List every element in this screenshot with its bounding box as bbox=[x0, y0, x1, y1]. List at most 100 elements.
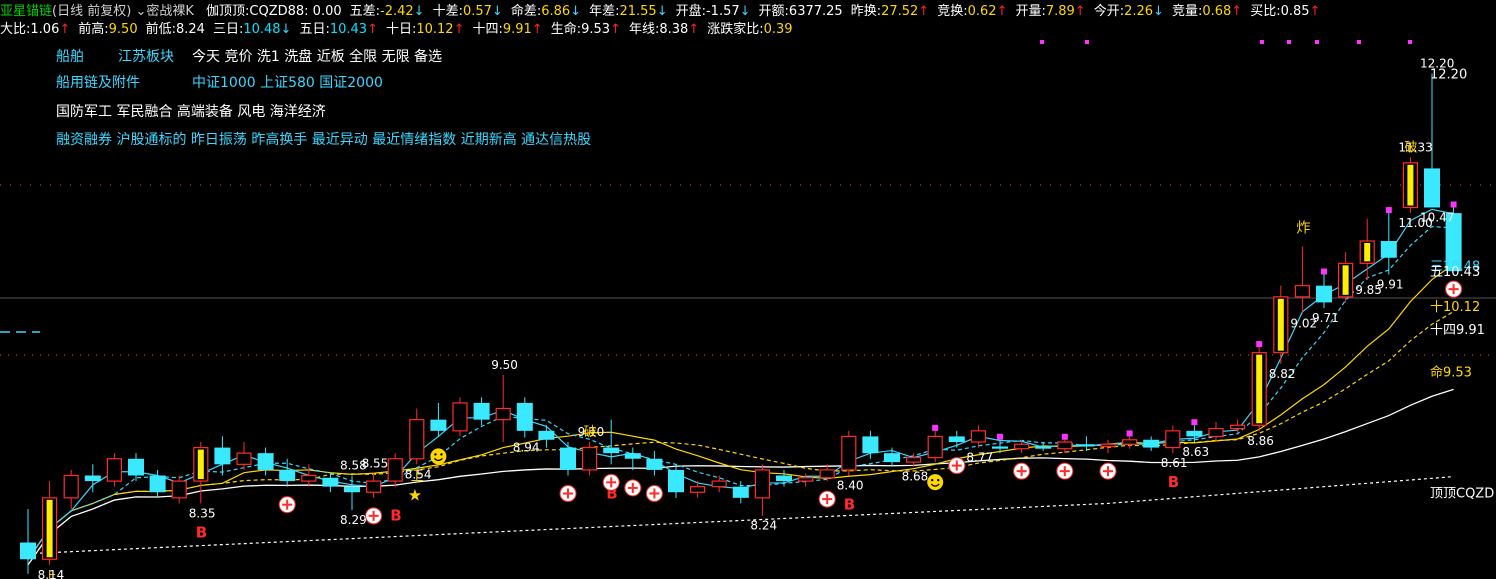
up-signal-marker: 上 bbox=[411, 469, 424, 484]
volume-highlight-bar bbox=[197, 449, 204, 480]
candle-body bbox=[1035, 446, 1052, 449]
right-axis-label: 十10.12 bbox=[1430, 300, 1480, 315]
candle-body bbox=[20, 542, 36, 560]
candle-body bbox=[1316, 285, 1332, 303]
candle-body bbox=[581, 446, 598, 471]
candle-body bbox=[106, 458, 123, 482]
buy-signal-marker: B bbox=[844, 496, 855, 514]
price-label: 9.71 bbox=[1312, 311, 1339, 325]
buy-signal-marker: B bbox=[196, 523, 207, 541]
candle-body bbox=[905, 457, 922, 463]
ma-life-line bbox=[27, 388, 1454, 566]
top-signal-dot bbox=[1085, 40, 1089, 44]
candle-body bbox=[841, 435, 857, 471]
right-axis-label: 五10.43 bbox=[1430, 265, 1480, 280]
candlestick-chart[interactable]: 8.148.358.588.558.298.549.508.949.108.24… bbox=[0, 0, 1496, 579]
ma3-line bbox=[27, 208, 1454, 560]
smiley-icon bbox=[937, 478, 940, 482]
candle-body bbox=[992, 446, 1008, 449]
candle-body bbox=[1100, 443, 1116, 448]
smiley-icon bbox=[927, 474, 944, 491]
right-axis-label: 命9.53 bbox=[1430, 365, 1472, 381]
volume-highlight-bar bbox=[1256, 354, 1263, 424]
candle-body bbox=[473, 402, 490, 420]
candle-body bbox=[1078, 444, 1095, 447]
candle-body bbox=[1121, 439, 1138, 445]
top-signal-dot bbox=[1408, 40, 1412, 44]
candle-body bbox=[1424, 168, 1440, 208]
up-signal-marker: 上 bbox=[44, 570, 57, 579]
price-label: 10.47 bbox=[1420, 211, 1454, 225]
candle-body bbox=[322, 477, 339, 487]
candle-body bbox=[84, 475, 101, 482]
candle-body bbox=[1208, 428, 1224, 438]
signal-square bbox=[997, 433, 1003, 440]
signal-square bbox=[1450, 201, 1457, 208]
candle-body bbox=[927, 435, 943, 459]
candle-body bbox=[279, 469, 296, 482]
price-label: 9.50 bbox=[491, 358, 518, 372]
candle-body bbox=[884, 453, 900, 463]
smiley-icon bbox=[440, 453, 443, 456]
break-signal-marker: 破 bbox=[584, 425, 597, 440]
candle-body bbox=[366, 480, 382, 493]
candle-body bbox=[1165, 430, 1181, 449]
top-signal-dot bbox=[1260, 40, 1264, 44]
candle-body bbox=[171, 480, 187, 499]
candle-body bbox=[128, 458, 144, 476]
buy-signal-marker: B bbox=[390, 507, 401, 525]
candle-body bbox=[668, 469, 684, 493]
volume-highlight-bar bbox=[1342, 265, 1349, 295]
candle-body bbox=[430, 419, 447, 431]
signal-square bbox=[1191, 419, 1198, 426]
volume-highlight-bar bbox=[1277, 298, 1284, 351]
candle-body bbox=[754, 469, 771, 499]
price-label: 8.86 bbox=[1247, 434, 1274, 448]
candle-body bbox=[214, 447, 231, 465]
signal-square bbox=[1321, 268, 1327, 275]
smiley-icon bbox=[931, 478, 934, 482]
right-axis-label: 十四9.91 bbox=[1430, 323, 1485, 338]
price-label: 8.94 bbox=[513, 441, 540, 455]
candle-body bbox=[257, 453, 274, 470]
candle-body bbox=[1143, 439, 1160, 448]
right-axis-label: 12.20 bbox=[1430, 68, 1467, 83]
candle-body bbox=[516, 402, 533, 431]
candle-body bbox=[236, 452, 252, 465]
candle-body bbox=[63, 474, 79, 499]
price-label: 8.68 bbox=[902, 470, 929, 484]
volume-highlight-bar bbox=[1364, 243, 1371, 262]
price-label: 8.77 bbox=[966, 451, 993, 465]
price-label: 8.29 bbox=[340, 513, 367, 527]
candle-body bbox=[560, 447, 576, 470]
candle-body bbox=[948, 436, 965, 442]
ma14-line bbox=[27, 311, 1454, 560]
price-label: 8.24 bbox=[750, 519, 777, 533]
smiley-icon bbox=[430, 448, 447, 465]
buy-signal-marker: B bbox=[1168, 473, 1179, 491]
candle-body bbox=[689, 486, 706, 493]
star-icon: ★ bbox=[408, 485, 422, 504]
candle-body bbox=[495, 407, 511, 421]
candle-body bbox=[409, 419, 425, 460]
candle-body bbox=[1229, 424, 1246, 430]
top-signal-dot bbox=[1357, 40, 1361, 44]
candle-body bbox=[603, 447, 620, 454]
price-label: 8.82 bbox=[1269, 367, 1296, 381]
candle-body bbox=[387, 458, 403, 482]
candle-body bbox=[1057, 441, 1073, 450]
price-label: 8.35 bbox=[189, 506, 216, 520]
signal-square bbox=[932, 424, 939, 431]
price-label: 8.40 bbox=[837, 479, 864, 493]
burst-signal-marker: 炸 bbox=[1296, 221, 1310, 237]
ma10-line bbox=[27, 263, 1454, 560]
candle-body bbox=[1380, 241, 1397, 258]
ma5-line bbox=[27, 225, 1454, 560]
candle-body bbox=[732, 486, 749, 498]
candle-body bbox=[970, 430, 987, 443]
candle-body bbox=[819, 469, 835, 479]
candle-body bbox=[452, 402, 468, 432]
volume-highlight-bar bbox=[1407, 164, 1414, 206]
top-signal-dot bbox=[1287, 40, 1291, 44]
candle-body bbox=[344, 486, 360, 493]
